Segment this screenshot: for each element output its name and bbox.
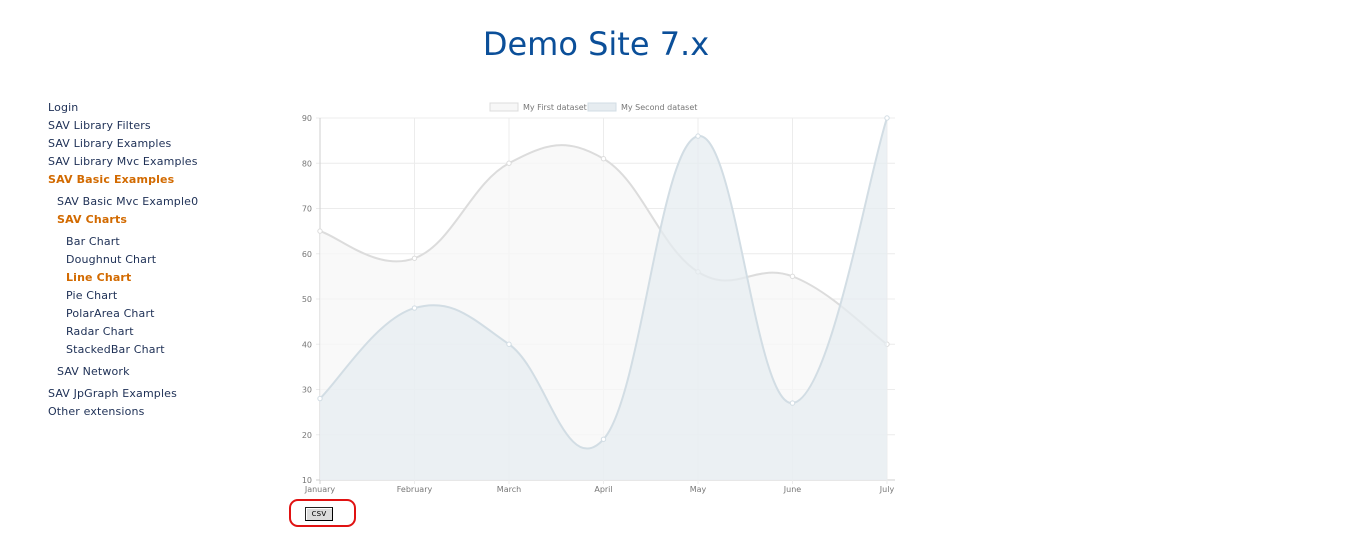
y-tick-label: 20 — [302, 431, 312, 440]
y-tick-label: 10 — [302, 476, 312, 485]
x-tick-label: March — [497, 485, 521, 494]
legend-label: My First dataset — [523, 103, 587, 112]
nav-item-sav-library-mvc-examples[interactable]: SAV Library Mvc Examples — [48, 155, 198, 169]
nav-item-radar-chart[interactable]: Radar Chart — [66, 325, 134, 339]
nav-item-line-chart[interactable]: Line Chart — [66, 271, 131, 285]
data-point — [600, 156, 607, 162]
y-tick-label: 40 — [302, 340, 312, 349]
data-point — [600, 436, 607, 442]
nav-item-sav-basic-mvc-example0[interactable]: SAV Basic Mvc Example0 — [57, 195, 198, 209]
nav-item-sav-basic-examples[interactable]: SAV Basic Examples — [48, 173, 174, 187]
line-chart-svg: 10 20 30 40 50 60 70 80 90 January February March Ap… — [302, 102, 895, 494]
site-title: Demo Site 7.x — [482, 25, 710, 63]
x-tick-label: July — [879, 485, 895, 494]
y-tick-label: 70 — [302, 205, 312, 214]
legend-swatch — [489, 102, 519, 112]
x-tick-label: May — [690, 485, 707, 494]
x-tick-label: January — [304, 485, 336, 494]
csv-button[interactable]: csv — [305, 507, 333, 521]
legend-swatch — [587, 102, 617, 112]
nav-item-polararea-chart[interactable]: PolarArea Chart — [66, 307, 155, 321]
legend-label: My Second dataset — [621, 103, 697, 112]
line-chart: 10 20 30 40 50 60 70 80 90 January February March Ap… — [290, 96, 902, 496]
data-point — [884, 115, 890, 121]
x-tick-label: June — [783, 485, 802, 494]
nav-item-sav-network[interactable]: SAV Network — [57, 365, 130, 379]
data-point — [317, 395, 323, 402]
x-tick-label: April — [594, 485, 612, 494]
y-tick-label: 60 — [302, 250, 312, 259]
y-tick-label: 50 — [302, 295, 312, 304]
data-point — [506, 341, 512, 347]
y-tick-label: 80 — [302, 159, 312, 168]
data-point — [695, 133, 701, 139]
nav-item-doughnut-chart[interactable]: Doughnut Chart — [66, 253, 156, 267]
nav-item-sav-library-examples[interactable]: SAV Library Examples — [48, 137, 171, 151]
x-tick-label: February — [397, 485, 433, 494]
y-tick-label: 30 — [302, 386, 312, 395]
data-point — [789, 273, 796, 280]
data-point — [411, 305, 418, 311]
nav-item-sav-charts[interactable]: SAV Charts — [57, 213, 127, 227]
data-point — [789, 400, 796, 406]
data-point — [411, 255, 418, 261]
nav-item-sav-library-filters[interactable]: SAV Library Filters — [48, 119, 151, 133]
data-point — [506, 160, 512, 166]
nav-item-stackedbar-chart[interactable]: StackedBar Chart — [66, 343, 165, 357]
y-tick-label: 90 — [302, 114, 312, 123]
nav-item-login[interactable]: Login — [48, 101, 78, 115]
nav-item-sav-jpgraph-examples[interactable]: SAV JpGraph Examples — [48, 387, 177, 401]
data-point — [317, 228, 323, 234]
nav-item-other-extensions[interactable]: Other extensions — [48, 405, 145, 419]
nav-item-bar-chart[interactable]: Bar Chart — [66, 235, 120, 249]
nav-item-pie-chart[interactable]: Pie Chart — [66, 289, 117, 303]
